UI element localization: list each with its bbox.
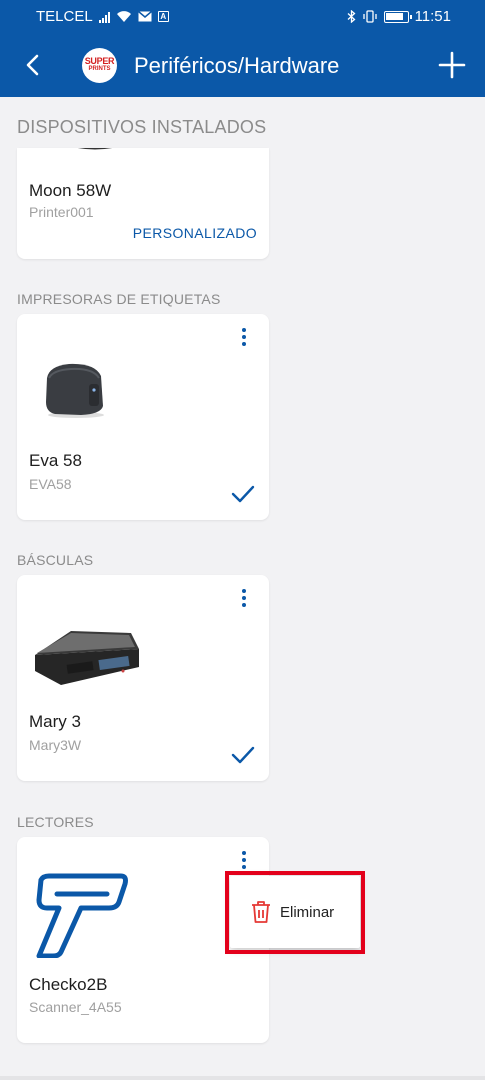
section-header-readers: LECTORES (17, 814, 94, 830)
carrier-label: TELCEL (36, 8, 93, 25)
device-card-label-printer[interactable]: Eva 58 EVA58 (17, 314, 269, 520)
device-name: Checko2B (29, 975, 108, 994)
device-id: Mary3W (29, 737, 82, 753)
check-icon (231, 746, 255, 764)
section-header-label-printers: IMPRESORAS DE ETIQUETAS (17, 291, 221, 307)
trash-icon (252, 901, 270, 923)
printer-image (78, 148, 112, 150)
check-icon (231, 485, 255, 503)
device-name: Mary 3 (29, 712, 81, 731)
device-id: Scanner_4A55 (29, 999, 122, 1015)
more-options-icon[interactable] (237, 589, 251, 613)
add-icon[interactable] (437, 50, 467, 80)
app-logo: SUPER PRINTS (82, 48, 117, 83)
barcode-scanner-icon (36, 873, 128, 958)
device-name: Eva 58 (29, 451, 82, 470)
delete-label: Eliminar (280, 903, 335, 921)
device-card-scale[interactable]: Mary 3 Mary3W (17, 575, 269, 781)
device-id: EVA58 (29, 476, 72, 492)
more-options-icon[interactable] (237, 851, 251, 875)
device-id: Printer001 (29, 204, 94, 220)
mail-icon (137, 11, 152, 22)
notification-a-icon: A (157, 11, 169, 22)
device-card-printer[interactable]: Moon 58W Printer001 PERSONALIZADO (17, 148, 269, 259)
signal-icon (98, 11, 110, 23)
app-bar: SUPER PRINTS Periféricos/Hardware (0, 33, 485, 97)
device-name: Moon 58W (29, 181, 112, 200)
vibrate-icon (362, 10, 377, 23)
label-printer-image (46, 363, 104, 418)
battery-icon (383, 10, 412, 23)
context-menu: Eliminar (230, 876, 360, 948)
more-options-icon[interactable] (237, 328, 251, 352)
bottom-divider (0, 1076, 485, 1080)
back-arrow-icon[interactable] (20, 51, 48, 79)
delete-menu-item[interactable]: Eliminar (250, 900, 334, 924)
customize-link[interactable]: PERSONALIZADO (133, 225, 257, 241)
wifi-icon (116, 11, 131, 22)
clock: 11:51 (414, 8, 451, 25)
scale-image (35, 631, 139, 685)
page-title: Periféricos/Hardware (134, 53, 340, 78)
section-header-scales: BÁSCULAS (17, 552, 94, 568)
bluetooth-icon (347, 10, 356, 23)
status-bar: TELCEL A 11:51 (0, 0, 485, 33)
section-header-installed: DISPOSITIVOS INSTALADOS (17, 117, 267, 137)
